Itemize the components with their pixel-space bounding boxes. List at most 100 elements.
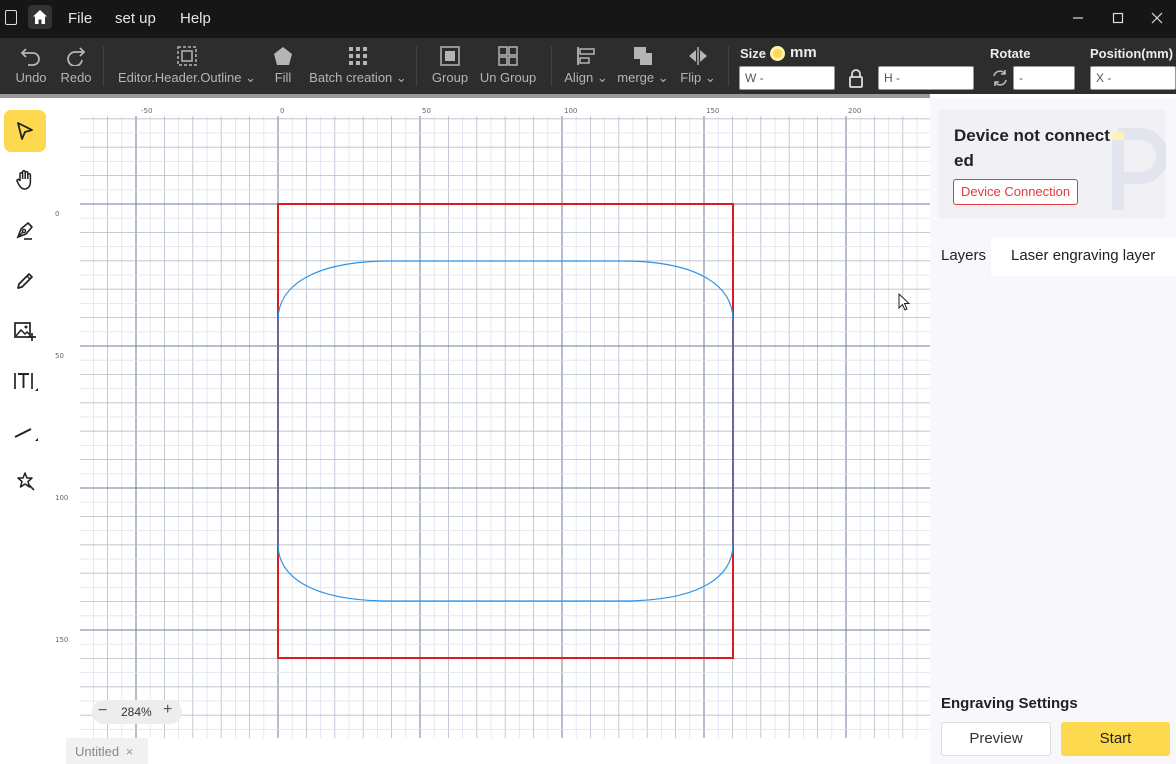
toolbar-divider: [416, 46, 417, 86]
close-icon: [1151, 12, 1163, 24]
select-tool[interactable]: [4, 110, 46, 152]
text-icon: [14, 373, 38, 391]
device-status-title: Device not connected: [954, 126, 1110, 170]
outline-label: Editor.Header.Outline: [117, 70, 242, 85]
tab-layers[interactable]: Layers: [941, 238, 986, 276]
cursor-arrow-icon: [17, 122, 33, 140]
toolbar-divider: [551, 46, 552, 86]
document-tab-title: Untitled: [75, 744, 120, 759]
merge-label: merge: [617, 70, 655, 85]
unit-toggle[interactable]: [770, 46, 785, 61]
title-bar: File set up Help: [0, 0, 1176, 38]
tab-laser-engraving-layer[interactable]: Laser engraving layer: [991, 238, 1176, 276]
height-field[interactable]: H -: [878, 66, 974, 90]
device-status-card: Device not connected Device Connection: [938, 110, 1166, 218]
tab-close-icon[interactable]: ×: [126, 744, 134, 759]
fill-button[interactable]: Fill: [268, 38, 298, 94]
document-tab-bar: Untitled ×: [52, 738, 930, 764]
rotate-field[interactable]: -: [1013, 66, 1075, 90]
align-label: Align: [564, 70, 594, 85]
right-panel: Device not connected Device Connection L…: [930, 98, 1176, 764]
redo-button[interactable]: Redo: [58, 38, 94, 94]
pentagon-fill-icon: [274, 47, 292, 65]
image-tool[interactable]: [4, 310, 46, 352]
home-button[interactable]: [28, 5, 52, 29]
app-logo-icon: [5, 10, 17, 25]
maximize-icon: [1112, 12, 1124, 24]
pencil-icon: [17, 273, 33, 289]
x-position-field[interactable]: X -: [1090, 66, 1176, 90]
group-button[interactable]: Group: [430, 38, 470, 94]
unit-label: mm: [790, 44, 817, 61]
hand-tool[interactable]: [4, 159, 46, 201]
pen-tool[interactable]: [4, 209, 46, 251]
line-tool[interactable]: [4, 410, 46, 452]
flip-icon: [689, 47, 707, 65]
text-tool[interactable]: [4, 360, 46, 402]
merge-icon: [634, 47, 652, 65]
chevron-down-icon: ⌄: [395, 70, 407, 85]
design-canvas[interactable]: -50 0 50 100 150 200 0 50 100 150 − 284%…: [52, 98, 930, 738]
undo-label: Undo: [15, 70, 47, 85]
maximize-button[interactable]: [1109, 9, 1127, 27]
flip-button[interactable]: Flip ⌄: [680, 38, 716, 94]
outline-icon: [177, 46, 197, 66]
menu-file[interactable]: File: [68, 10, 92, 27]
minimize-button[interactable]: [1069, 9, 1087, 27]
grid-dots-icon: [349, 47, 367, 65]
undo-icon: [20, 48, 40, 66]
rotate-label: Rotate: [990, 46, 1031, 61]
outline-button[interactable]: Editor.Header.Outline ⌄: [117, 38, 257, 94]
layers-list: [930, 276, 1176, 676]
chevron-down-icon: ⌄: [596, 70, 608, 85]
aspect-lock-button[interactable]: [848, 68, 864, 88]
hand-icon: [16, 170, 32, 190]
add-image-icon: [14, 322, 36, 341]
align-button[interactable]: Align ⌄: [562, 38, 610, 94]
batch-creation-button[interactable]: Batch creation ⌄: [308, 38, 408, 94]
fill-label: Fill: [274, 70, 292, 85]
align-icon: [577, 47, 595, 65]
position-label: Position(mm): [1090, 46, 1174, 61]
zoom-level: 284%: [121, 705, 152, 719]
group-icon: [440, 46, 460, 66]
flip-label: Flip: [680, 70, 702, 85]
minimize-icon: [1073, 17, 1083, 19]
artwork-layer: [277, 203, 734, 659]
engraving-settings-title: Engraving Settings: [941, 695, 1078, 712]
start-button[interactable]: Start: [1061, 722, 1170, 756]
home-icon: [33, 10, 47, 24]
size-label: Size: [740, 46, 767, 61]
close-window-button[interactable]: [1148, 9, 1166, 27]
rounded-rectangle-shape[interactable]: [277, 260, 734, 602]
merge-button[interactable]: merge ⌄: [617, 38, 669, 94]
zoom-in-button[interactable]: +: [163, 701, 172, 719]
shape-tool[interactable]: [4, 460, 46, 502]
ungroup-button[interactable]: Un Group: [479, 38, 537, 94]
selection-box[interactable]: [277, 203, 734, 659]
redo-icon: [67, 47, 86, 66]
device-connection-button[interactable]: Device Connection: [953, 179, 1079, 205]
menu-setup[interactable]: set up: [115, 10, 156, 27]
pencil-tool[interactable]: [4, 260, 46, 302]
mouse-cursor-icon: [898, 293, 911, 311]
redo-label: Redo: [60, 70, 92, 85]
preview-button[interactable]: Preview: [941, 722, 1051, 756]
undo-button[interactable]: Undo: [12, 38, 50, 94]
batch-creation-label: Batch creation: [309, 70, 393, 85]
zoom-out-button[interactable]: −: [98, 702, 107, 720]
zoom-control: − 284% +: [92, 700, 182, 724]
document-tab[interactable]: Untitled ×: [66, 738, 148, 764]
chevron-down-icon: ⌄: [245, 70, 257, 85]
toolbar-divider: [103, 46, 104, 86]
menu-help[interactable]: Help: [180, 10, 211, 27]
width-field[interactable]: W -: [739, 66, 835, 90]
group-label: Group: [431, 70, 469, 85]
ungroup-label: Un Group: [479, 70, 537, 85]
toolbar-divider: [728, 46, 729, 86]
ungroup-icon: [498, 46, 518, 66]
magic-star-icon: [17, 472, 35, 491]
brand-watermark-icon: [1112, 128, 1166, 210]
left-toolbar: [0, 98, 52, 764]
app-window: File set up Help Undo Redo Editor.Header…: [0, 0, 1176, 764]
